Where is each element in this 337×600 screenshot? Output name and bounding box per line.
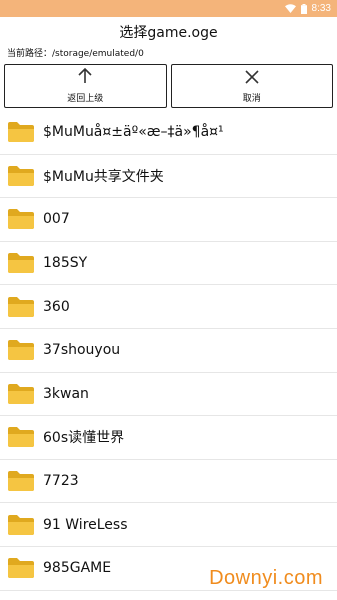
back-button-label: 返回上级: [67, 94, 104, 104]
folder-icon: [7, 252, 43, 274]
close-icon: [245, 69, 259, 88]
file-name: $MuMuå¤±äº«æ–‡ä»¶å¤¹: [43, 124, 224, 141]
watermark: Downyi.com: [209, 567, 323, 589]
file-list-item[interactable]: 3kwan: [0, 373, 337, 417]
file-list-item[interactable]: 60s读懂世界: [0, 416, 337, 460]
file-name: 360: [43, 298, 70, 315]
cancel-button[interactable]: 取消: [170, 64, 333, 108]
folder-icon: [7, 470, 43, 492]
file-list-item[interactable]: 7723: [0, 460, 337, 504]
file-list-item[interactable]: 37shouyou: [0, 329, 337, 373]
folder-icon: [7, 339, 43, 361]
status-time: 8:33: [311, 3, 331, 14]
file-name: 37shouyou: [43, 342, 121, 359]
file-name: 185SY: [43, 255, 88, 272]
status-bar: 8:33: [0, 0, 337, 17]
file-list: $MuMuå¤±äº«æ–‡ä»¶å¤¹ $MuMu共享文件夹 007 185SY 36…: [0, 111, 337, 591]
folder-icon: [7, 165, 43, 187]
wifi-icon: [284, 4, 296, 13]
folder-icon: [7, 208, 43, 230]
dialog-title: 选择game.oge: [119, 25, 218, 41]
file-list-item[interactable]: 91 WireLess: [0, 503, 337, 547]
folder-icon: [7, 514, 43, 536]
folder-icon: [7, 121, 43, 143]
current-path: 当前路径：/storage/emulated/0: [7, 49, 144, 59]
cancel-button-label: 取消: [242, 93, 261, 104]
file-name: 007: [43, 211, 70, 228]
file-list-item[interactable]: 007: [0, 198, 337, 242]
file-name: $MuMu共享文件夹: [43, 168, 164, 185]
folder-icon: [7, 557, 43, 579]
battery-icon: [300, 3, 307, 14]
file-name: 985GAME: [43, 560, 112, 577]
back-to-parent-button[interactable]: 返回上级: [4, 64, 167, 108]
folder-icon: [7, 296, 43, 318]
arrow-up-icon: [78, 67, 92, 88]
folder-icon: [7, 426, 43, 448]
file-list-item[interactable]: 360: [0, 285, 337, 329]
file-list-item[interactable]: $MuMuå¤±äº«æ–‡ä»¶å¤¹: [0, 111, 337, 155]
file-name: 7723: [43, 473, 79, 490]
file-name: 60s读懂世界: [43, 430, 125, 447]
file-name: 3kwan: [43, 385, 89, 402]
action-buttons: 返回上级 取消: [0, 64, 337, 108]
file-list-item[interactable]: 185SY: [0, 242, 337, 286]
file-list-item[interactable]: $MuMu共享文件夹: [0, 155, 337, 199]
folder-icon: [7, 383, 43, 405]
file-name: 91 WireLess: [43, 516, 128, 533]
